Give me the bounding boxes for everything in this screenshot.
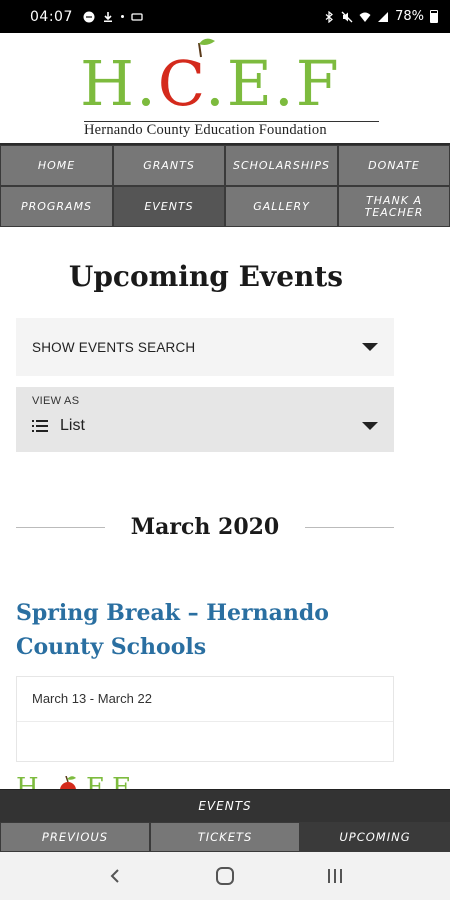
svg-text:E: E xyxy=(86,776,105,790)
nav-item-grants[interactable]: GRANTS xyxy=(113,145,225,186)
logo-wordmark: H.C.E.F xyxy=(80,47,341,120)
svg-text:F: F xyxy=(112,776,130,790)
logo-tagline: Hernando County Education Foundation xyxy=(84,121,379,139)
show-events-search-button[interactable]: SHOW EVENTS SEARCH xyxy=(16,318,394,376)
svg-text:H: H xyxy=(16,776,39,790)
hcef-logo[interactable]: H.C.E.F Hernando County Education Founda… xyxy=(80,37,379,141)
status-left-icons xyxy=(83,11,143,23)
events-bottom-bar: EVENTS xyxy=(0,789,450,822)
main-nav: HOME GRANTS SCHOLARSHIPS DONATE PROGRAMS… xyxy=(0,143,450,227)
chevron-down-icon xyxy=(362,422,378,430)
page-title: Upcoming Events xyxy=(68,260,344,293)
battery-icon xyxy=(430,10,438,23)
home-button[interactable] xyxy=(205,856,245,896)
nav-item-thank-a-teacher[interactable]: THANK A TEACHER xyxy=(338,186,450,227)
event-title-link[interactable]: Spring Break – Hernando County Schools xyxy=(16,596,406,664)
chat-bubble-icon xyxy=(83,11,95,22)
signal-icon xyxy=(378,11,389,22)
bluetooth-icon xyxy=(325,10,334,23)
view-as-value: List xyxy=(60,417,85,434)
status-right-icons: 78% xyxy=(323,9,438,24)
event-card: March 13 - March 22 xyxy=(16,676,394,762)
view-as-select[interactable]: VIEW AS List xyxy=(16,387,394,452)
battery-percent: 78% xyxy=(395,9,424,24)
nfc-icon xyxy=(131,12,143,21)
nav-item-home[interactable]: HOME xyxy=(0,145,113,186)
wifi-icon xyxy=(359,12,371,22)
month-separator: March 2020 xyxy=(16,510,395,544)
nav-item-donate[interactable]: DONATE xyxy=(338,145,450,186)
nav-item-gallery[interactable]: GALLERY xyxy=(225,186,338,227)
status-time: 04:07 xyxy=(30,8,73,25)
site-header: H.C.E.F Hernando County Education Founda… xyxy=(0,33,450,143)
divider xyxy=(305,526,395,528)
recents-button[interactable] xyxy=(315,856,355,896)
tab-previous[interactable]: PREVIOUS xyxy=(0,822,150,852)
chevron-down-icon xyxy=(362,343,378,351)
home-icon xyxy=(216,867,234,885)
status-bar: 04:07 78% xyxy=(0,0,450,33)
events-bottom-tabs: PREVIOUS TICKETS UPCOMING xyxy=(0,822,450,852)
android-nav-bar xyxy=(0,852,450,900)
tab-tickets[interactable]: TICKETS xyxy=(150,822,300,852)
back-button[interactable] xyxy=(95,856,135,896)
download-icon xyxy=(103,11,112,22)
event-thumbnail-logo[interactable]: H E F xyxy=(16,776,136,790)
divider xyxy=(16,526,105,528)
nav-item-programs[interactable]: PROGRAMS xyxy=(0,186,113,227)
event-date: March 13 - March 22 xyxy=(32,691,152,706)
back-icon xyxy=(110,869,119,883)
divider xyxy=(17,721,393,722)
list-icon xyxy=(32,420,48,432)
tab-upcoming[interactable]: UPCOMING xyxy=(300,822,450,852)
search-toggle-label: SHOW EVENTS SEARCH xyxy=(32,339,196,355)
month-heading: March 2020 xyxy=(130,514,280,540)
view-as-label: VIEW AS xyxy=(32,395,80,407)
dot-icon xyxy=(120,15,124,18)
mute-icon xyxy=(341,11,353,22)
nav-item-events[interactable]: EVENTS xyxy=(113,186,225,227)
recents-icon xyxy=(328,869,342,883)
nav-item-scholarships[interactable]: SCHOLARSHIPS xyxy=(225,145,338,186)
